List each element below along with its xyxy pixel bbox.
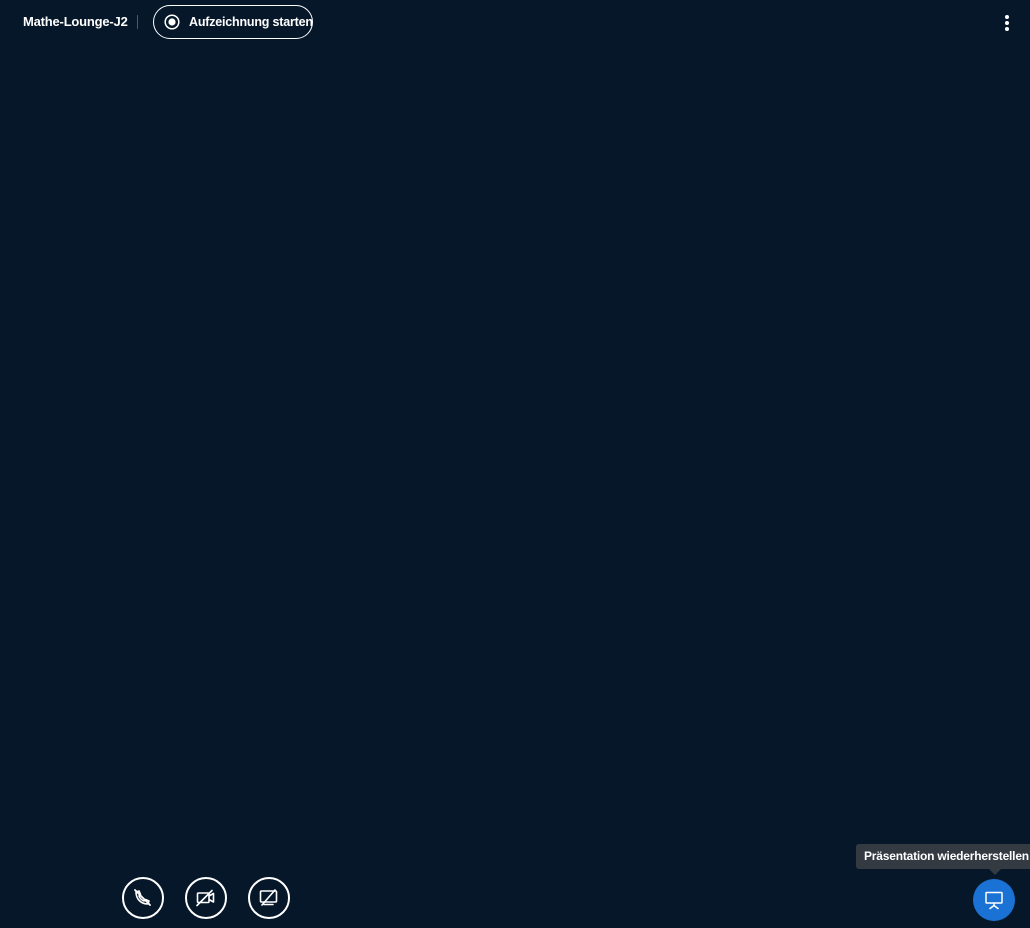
meeting-title: Mathe-Lounge-J2 — [23, 14, 128, 29]
restore-presentation-tooltip: Präsentation wiederherstellen — [856, 844, 1030, 869]
record-icon — [164, 14, 180, 30]
join-audio-button[interactable] — [122, 877, 164, 919]
presentation-icon — [985, 891, 1003, 910]
options-button[interactable] — [998, 10, 1016, 36]
top-bar: Mathe-Lounge-J2 Aufzeichnung starten — [0, 0, 1030, 46]
share-webcam-button[interactable] — [185, 877, 227, 919]
meeting-app: Mathe-Lounge-J2 Aufzeichnung starten Prä… — [0, 0, 1030, 928]
start-recording-button[interactable]: Aufzeichnung starten — [153, 5, 313, 39]
start-recording-label: Aufzeichnung starten — [189, 15, 313, 29]
share-screen-button[interactable] — [248, 877, 290, 919]
restore-presentation-button[interactable] — [973, 879, 1015, 921]
phone-off-icon — [134, 889, 151, 906]
screen-share-off-icon — [259, 889, 278, 906]
vertical-dots-icon — [1005, 15, 1009, 31]
camera-off-icon — [196, 889, 215, 907]
title-divider — [137, 15, 138, 29]
tooltip-arrow — [989, 869, 1001, 875]
